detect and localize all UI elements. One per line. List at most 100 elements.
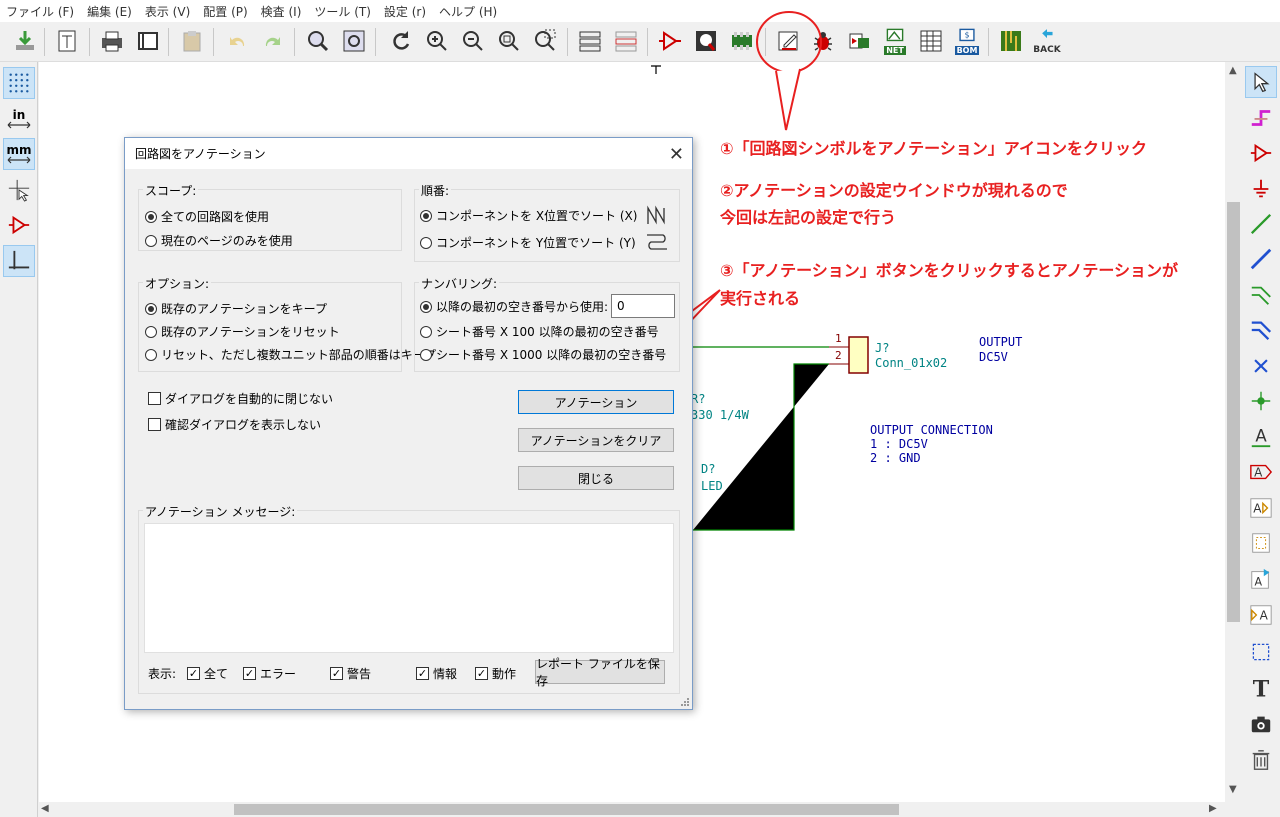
add-bus-icon[interactable]: [1245, 243, 1277, 275]
reset-keep-units-radio[interactable]: リセット、ただし複数ユニット部品の順番はキープ: [145, 346, 436, 363]
radio-button[interactable]: [420, 348, 432, 361]
add-text-icon[interactable]: T: [1245, 672, 1277, 704]
zoom-fit-icon[interactable]: [494, 26, 524, 56]
vertical-scroll-thumb[interactable]: [1227, 202, 1240, 622]
menu-inspect[interactable]: 検査 (I): [261, 3, 302, 20]
menu-file[interactable]: ファイル (F): [6, 3, 74, 20]
add-wire-bus-entry-icon[interactable]: [1245, 279, 1277, 311]
vertical-scrollbar[interactable]: ▲ ▼: [1225, 62, 1242, 802]
inch-units-button[interactable]: in: [3, 103, 35, 135]
add-hierarchical-sheet-icon[interactable]: [1245, 527, 1277, 559]
horizontal-scroll-thumb[interactable]: [234, 804, 899, 815]
refresh-icon[interactable]: [386, 26, 416, 56]
sheet-x1000-radio[interactable]: シート番号 X 1000 以降の最初の空き番号: [420, 346, 666, 363]
radio-button[interactable]: [145, 325, 157, 338]
order-x-radio[interactable]: コンポーネントを X位置でソート (X): [420, 207, 637, 224]
first-free-radio[interactable]: 以降の最初の空き番号から使用:: [420, 298, 608, 315]
radio-button[interactable]: [420, 236, 432, 249]
hidden-pins-icon[interactable]: [3, 209, 35, 241]
add-global-label-icon[interactable]: A: [1245, 456, 1277, 488]
close-icon[interactable]: ✕: [669, 144, 684, 165]
menu-preferences[interactable]: 設定 (r): [384, 3, 426, 20]
scroll-down-icon[interactable]: ▼: [1229, 784, 1237, 795]
filter-info-checkbox[interactable]: ✓ 情報: [416, 665, 457, 682]
zoom-in-icon[interactable]: [422, 26, 452, 56]
add-sheet-pin-icon[interactable]: A: [1245, 599, 1277, 631]
checkbox[interactable]: [148, 418, 161, 431]
sheet-x100-radio[interactable]: シート番号 X 100 以降の最初の空き番号: [420, 323, 659, 340]
menu-place[interactable]: 配置 (P): [203, 3, 247, 20]
add-graphic-lines-icon[interactable]: [1245, 636, 1277, 668]
scroll-left-icon[interactable]: ◀: [41, 803, 49, 814]
page-settings-icon[interactable]: [52, 26, 82, 56]
wire-mode-icon[interactable]: [3, 245, 35, 277]
order-y-radio[interactable]: コンポーネントを Y位置でソート (Y): [420, 234, 636, 251]
leave-sheet-icon[interactable]: [611, 26, 641, 56]
add-no-connect-icon[interactable]: [1245, 350, 1277, 382]
messages-panel[interactable]: [144, 523, 674, 653]
checkbox[interactable]: [148, 392, 161, 405]
radio-button[interactable]: [420, 300, 432, 313]
save-icon[interactable]: [10, 26, 40, 56]
mm-units-button[interactable]: mm: [3, 138, 35, 170]
footprint-editor-icon[interactable]: [727, 26, 757, 56]
redo-icon[interactable]: [258, 26, 288, 56]
add-junction-icon[interactable]: [1245, 385, 1277, 417]
checkbox[interactable]: ✓: [243, 667, 256, 680]
add-wire-icon[interactable]: [1245, 208, 1277, 240]
pcb-editor-icon[interactable]: [996, 26, 1026, 56]
filter-actions-checkbox[interactable]: ✓ 動作: [475, 665, 516, 682]
undo-icon[interactable]: [222, 26, 252, 56]
add-bus-bus-entry-icon[interactable]: [1245, 314, 1277, 346]
menu-edit[interactable]: 編集 (E): [87, 3, 132, 20]
horizontal-scrollbar[interactable]: ◀ ▶: [39, 802, 1225, 817]
reset-annotation-radio[interactable]: 既存のアノテーションをリセット: [145, 323, 340, 340]
annotate-icon[interactable]: [774, 26, 804, 56]
assign-footprints-icon[interactable]: [844, 26, 874, 56]
filter-errors-checkbox[interactable]: ✓ エラー: [243, 665, 296, 682]
hierarchy-navigator-icon[interactable]: [575, 26, 605, 56]
radio-button[interactable]: [420, 209, 432, 222]
keep-annotation-radio[interactable]: 既存のアノテーションをキープ: [145, 300, 327, 317]
add-power-icon[interactable]: [1245, 173, 1277, 205]
add-label-icon[interactable]: A: [1245, 421, 1277, 453]
add-hierarchical-label-icon[interactable]: A: [1245, 492, 1277, 524]
no-confirm-checkbox[interactable]: 確認ダイアログを表示しない: [148, 416, 321, 433]
radio-button[interactable]: [420, 325, 432, 338]
bom-icon[interactable]: $ BOM: [952, 26, 982, 56]
annotate-button[interactable]: アノテーション: [518, 390, 674, 414]
dialog-titlebar[interactable]: 回路図をアノテーション: [125, 138, 692, 169]
scope-current-radio[interactable]: 現在のページのみを使用: [145, 232, 293, 249]
radio-button[interactable]: [145, 234, 157, 247]
keep-dialog-open-checkbox[interactable]: ダイアログを自動的に閉じない: [148, 390, 333, 407]
grid-toggle-icon[interactable]: [3, 67, 35, 99]
resize-grip-icon[interactable]: [681, 698, 690, 707]
highlight-net-icon[interactable]: [1245, 102, 1277, 134]
checkbox[interactable]: ✓: [416, 667, 429, 680]
menu-help[interactable]: ヘルプ (H): [439, 3, 497, 20]
radio-button[interactable]: [145, 302, 157, 315]
erc-bug-icon[interactable]: [808, 26, 838, 56]
filter-warnings-checkbox[interactable]: ✓ 警告: [330, 665, 371, 682]
symbol-editor-icon[interactable]: [655, 26, 685, 56]
add-symbol-icon[interactable]: [1245, 137, 1277, 169]
menu-view[interactable]: 表示 (V): [145, 3, 190, 20]
fields-table-icon[interactable]: [916, 26, 946, 56]
paste-icon[interactable]: [177, 26, 207, 56]
scroll-up-icon[interactable]: ▲: [1229, 65, 1237, 76]
import-sheet-pin-icon[interactable]: A: [1245, 563, 1277, 595]
checkbox[interactable]: ✓: [475, 667, 488, 680]
clear-annotation-button[interactable]: アノテーションをクリア: [518, 428, 674, 452]
find-replace-icon[interactable]: [339, 26, 369, 56]
checkbox[interactable]: ✓: [187, 667, 200, 680]
filter-all-checkbox[interactable]: ✓ 全て: [187, 665, 228, 682]
radio-button[interactable]: [145, 348, 157, 361]
zoom-selection-icon[interactable]: [530, 26, 560, 56]
close-button[interactable]: 閉じる: [518, 466, 674, 490]
select-cursor-icon[interactable]: [1245, 66, 1277, 98]
netlist-icon[interactable]: NET: [880, 26, 910, 56]
delete-icon[interactable]: [1245, 744, 1277, 776]
scope-all-radio[interactable]: 全ての回路図を使用: [145, 208, 269, 225]
symbol-browser-icon[interactable]: [691, 26, 721, 56]
add-image-icon[interactable]: [1245, 708, 1277, 740]
